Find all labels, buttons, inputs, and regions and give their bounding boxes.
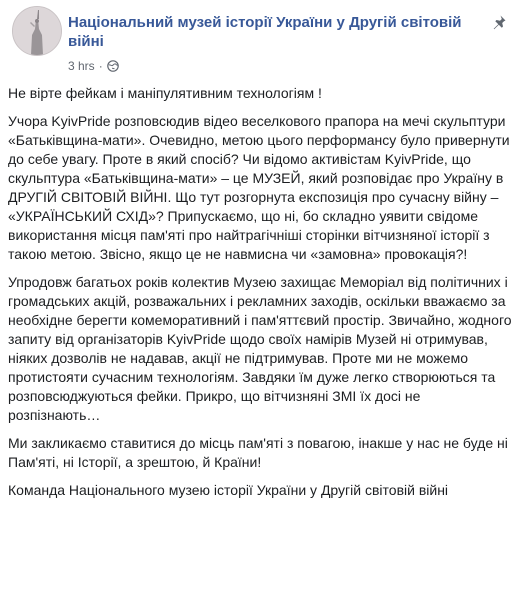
monument-avatar-icon — [13, 7, 61, 55]
page-avatar[interactable] — [12, 6, 62, 56]
globe-icon[interactable] — [106, 60, 119, 72]
post-paragraph: Упродовж багатьох років колектив Музею з… — [8, 274, 512, 423]
post-paragraph: Не вірте фейкам і маніпулятивним техноло… — [8, 85, 322, 101]
post-timestamp[interactable]: 3 hrs — [68, 58, 95, 74]
facebook-post: Національний музей історії України у Дру… — [0, 0, 521, 600]
post-header: Національний музей історії України у Дру… — [8, 4, 513, 76]
pin-glyph — [493, 15, 506, 30]
post-paragraph: Ми закликаємо ставитися до місць пам'яті… — [8, 435, 508, 470]
page-name-link[interactable]: Національний музей історії України у Дру… — [68, 13, 464, 51]
post-meta: 3 hrs · — [68, 58, 119, 74]
meta-separator: · — [98, 59, 103, 73]
globe-glyph — [106, 60, 119, 72]
post-paragraph: Учора KyivPride розповсюдив відео веселк… — [8, 113, 510, 262]
pin-icon[interactable] — [489, 12, 511, 34]
post-paragraph: Команда Національного музею історії Укра… — [8, 482, 449, 498]
post-text: Не вірте фейкам і маніпулятивним техноло… — [8, 84, 513, 509]
